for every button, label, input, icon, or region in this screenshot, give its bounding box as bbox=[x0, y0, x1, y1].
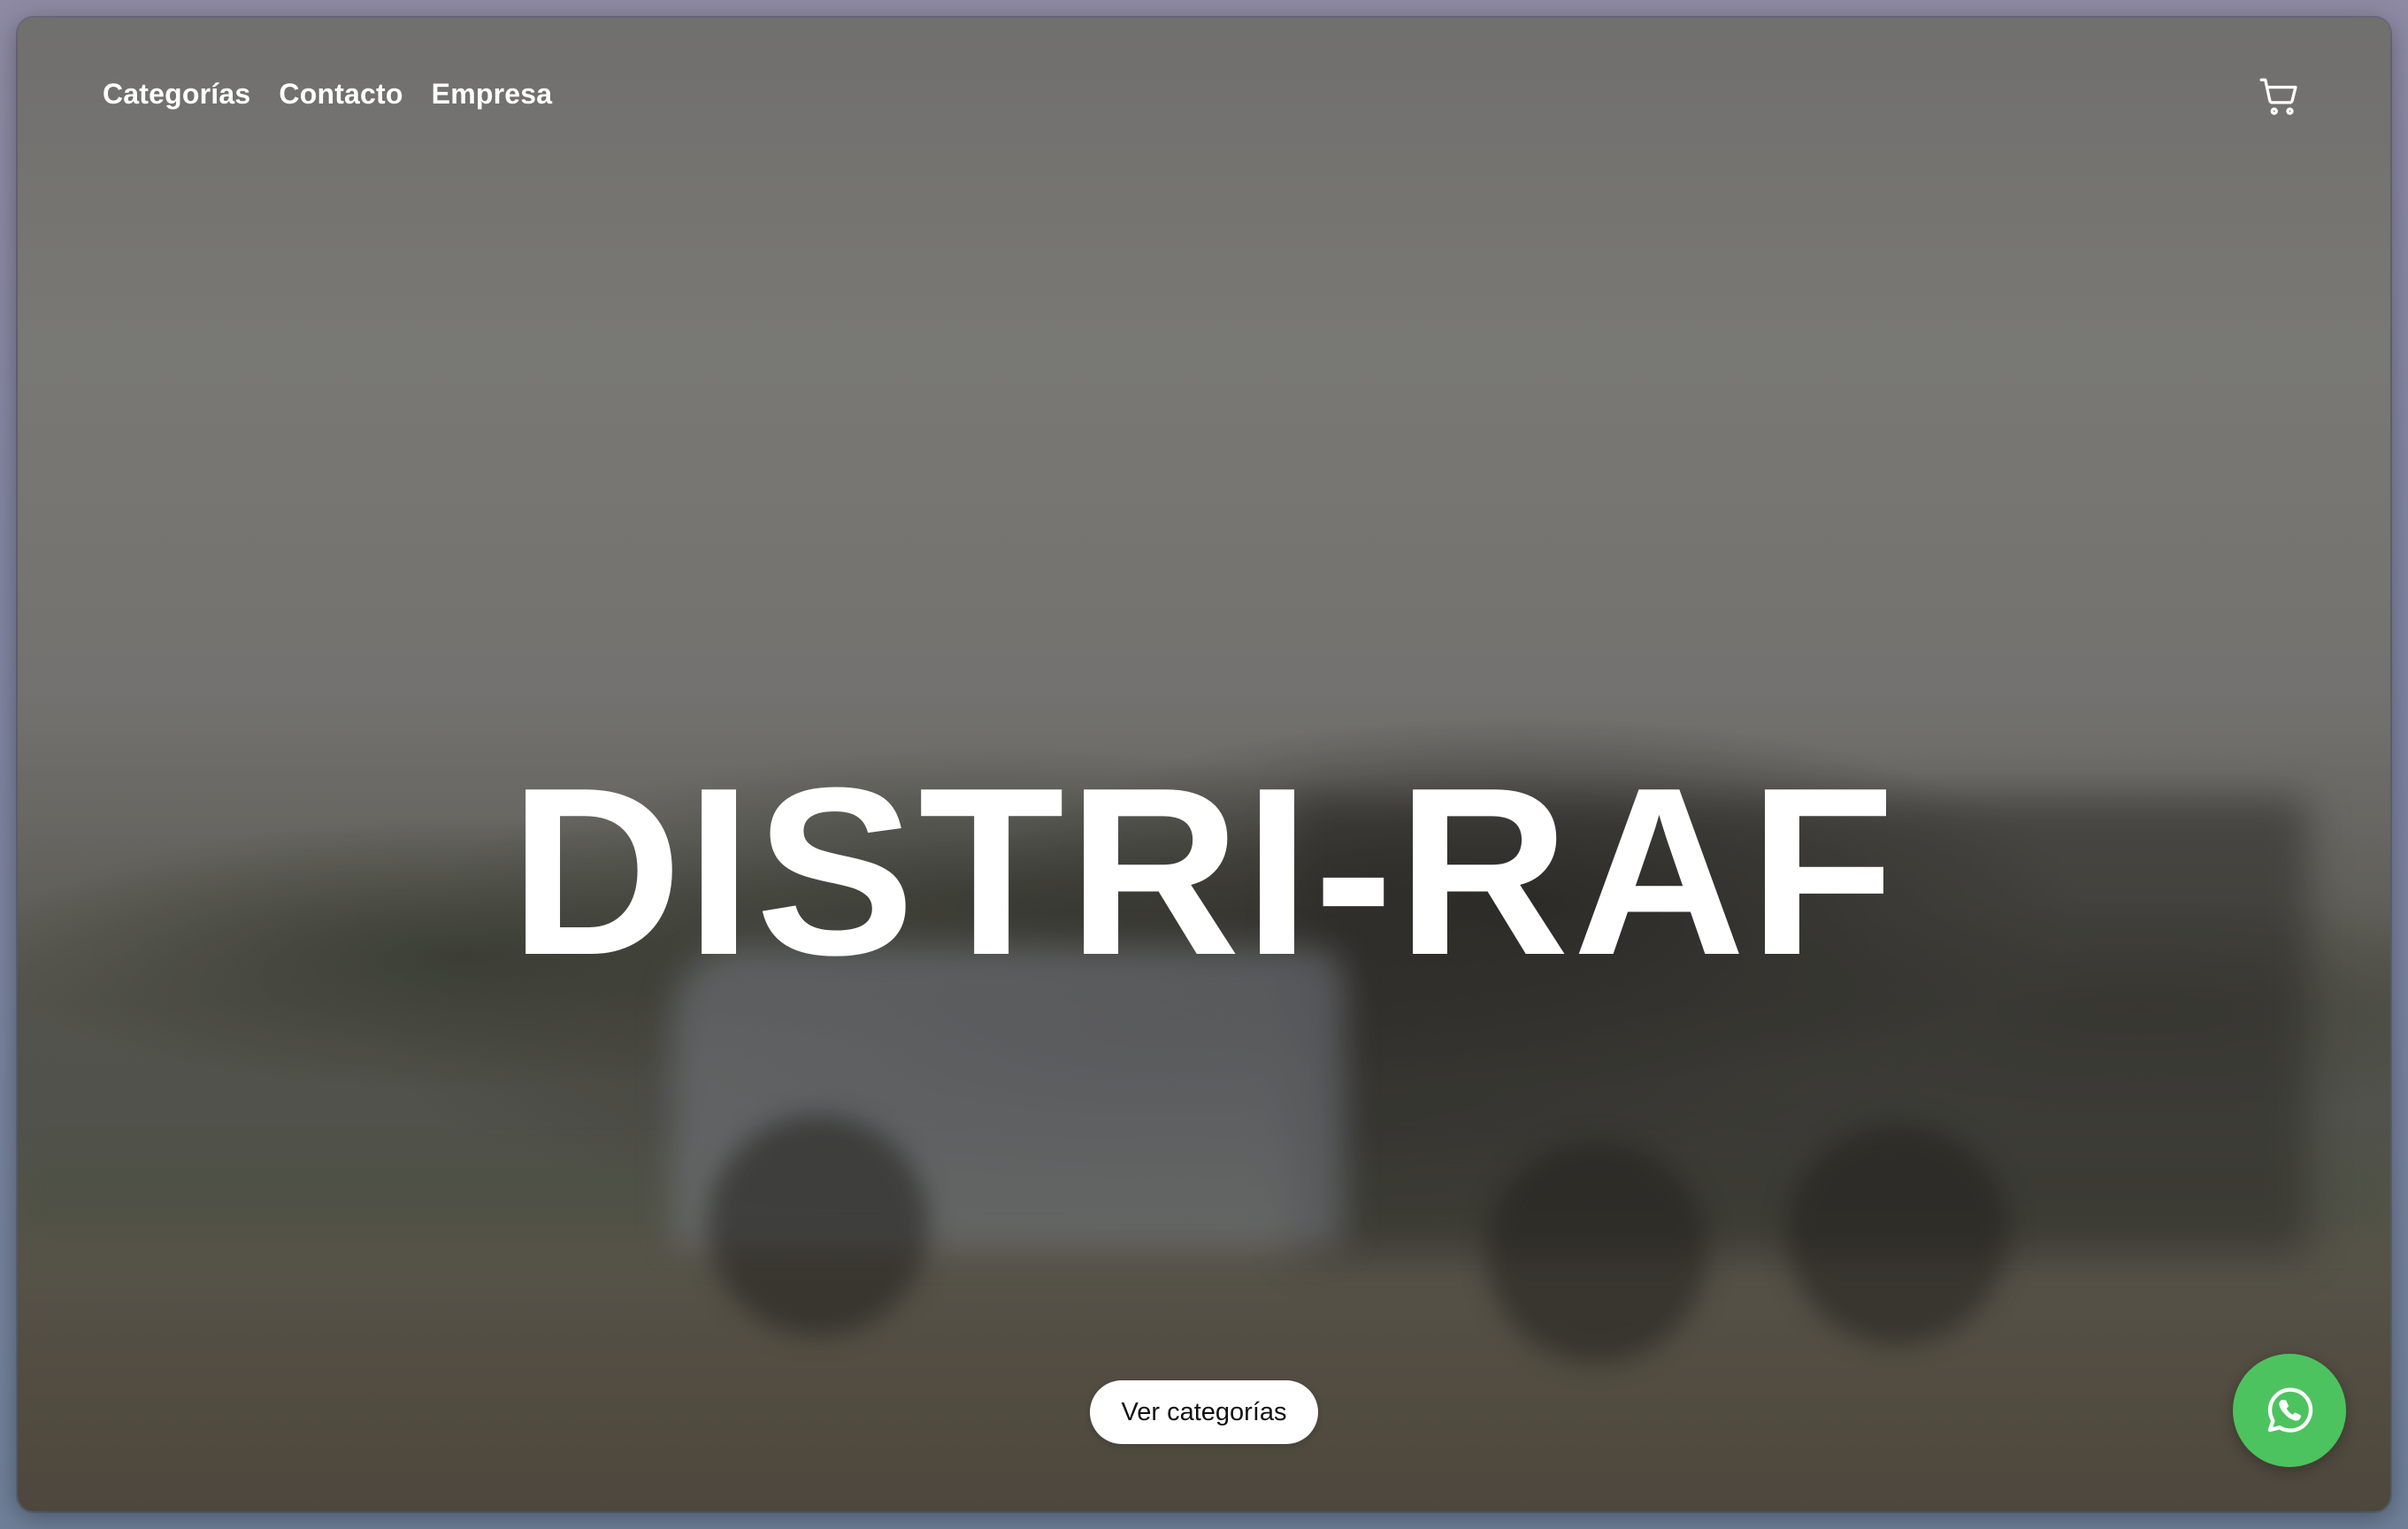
view-categories-button[interactable]: Ver categorías bbox=[1090, 1380, 1318, 1444]
whatsapp-icon bbox=[2267, 1387, 2313, 1433]
whatsapp-button[interactable] bbox=[2233, 1354, 2346, 1467]
nav-link-empresa[interactable]: Empresa bbox=[432, 78, 553, 111]
main-nav: Categorías Contacto Empresa bbox=[103, 78, 552, 111]
hero-title: DISTRI-RAF bbox=[510, 738, 1898, 1005]
nav-link-categorias[interactable]: Categorías bbox=[103, 78, 250, 111]
nav-link-contacto[interactable]: Contacto bbox=[279, 78, 403, 111]
browser-viewport: Categorías Contacto Empresa DISTRI-RAF V… bbox=[18, 18, 2390, 1511]
shopping-cart-icon[interactable] bbox=[2258, 74, 2302, 119]
